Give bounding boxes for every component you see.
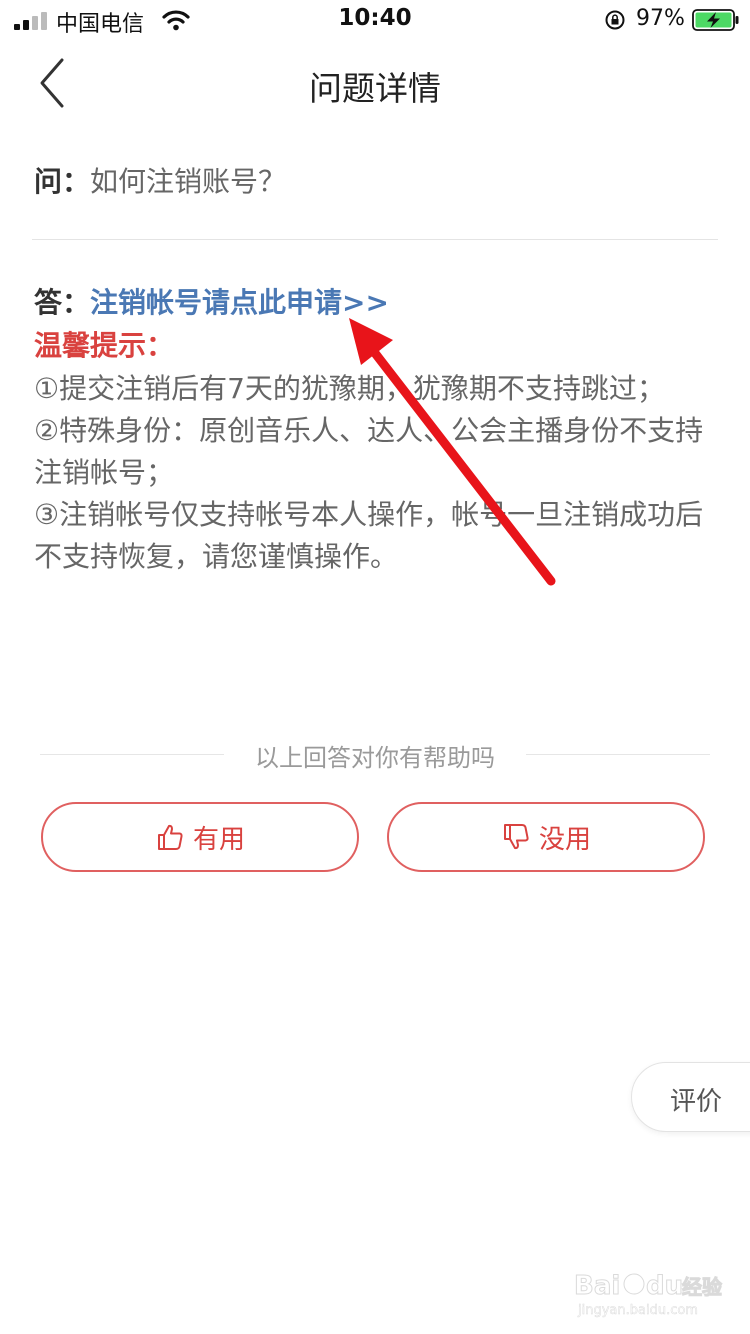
svg-text:Bai: Bai [574,1271,620,1301]
baidu-jingyan-watermark: Bai du 经验 jingyan.baidu.com [574,1271,723,1319]
svg-text:jingyan.baidu.com: jingyan.baidu.com [577,1303,698,1318]
divider-right [526,754,710,755]
useless-label: 没用 [538,824,591,855]
feedback-prompt: 以上回答对你有帮助吗 [255,744,495,772]
answer: 答：注销帐号请点此申请>> 温馨提示： ①提交注销后有7天的犹豫期，犹豫期不支持… [34,282,714,578]
useful-label: 有用 [192,824,245,855]
battery-percent: 97% [636,6,685,31]
tip-title: 温馨提示： [34,329,175,362]
rate-button[interactable]: 评价 [631,1062,750,1132]
question-text: 如何注销账号？ [90,165,287,198]
deregister-apply-link[interactable]: 注销帐号请点此申请>> [90,286,389,319]
status-bar: 中国电信 10:40 97% [0,0,750,40]
svg-text:du: du [646,1271,683,1301]
tip-item: ②特殊身份：原创音乐人、达人、公会主播身份不支持注销帐号； [34,414,704,489]
question: 问：如何注销账号？ [34,160,286,200]
battery-charging-icon [692,9,739,31]
svg-text:经验: 经验 [682,1275,722,1299]
tip-item: ①提交注销后有7天的犹豫期，犹豫期不支持跳过； [34,372,665,405]
rotation-lock-icon [605,10,625,30]
useless-button[interactable]: 没用 [387,802,705,872]
tip-item: ③注销帐号仅支持帐号本人操作，帐号一旦注销成功后不支持恢复，请您谨慎操作。 [34,498,704,573]
divider [32,239,718,240]
rate-label: 评价 [670,1087,723,1117]
page-title: 问题详情 [309,69,441,108]
annotation-arrow [349,318,556,586]
question-label: 问： [34,165,91,198]
nav-bar: 问题详情 [0,40,750,130]
useful-button[interactable]: 有用 [41,802,359,872]
thumbs-down-icon [503,824,529,850]
answer-line: 答：注销帐号请点此申请>> [34,282,714,324]
feedback-prompt-row: 以上回答对你有帮助吗 [0,734,750,774]
thumbs-up-icon [157,824,183,850]
answer-label: 答： [34,286,91,319]
